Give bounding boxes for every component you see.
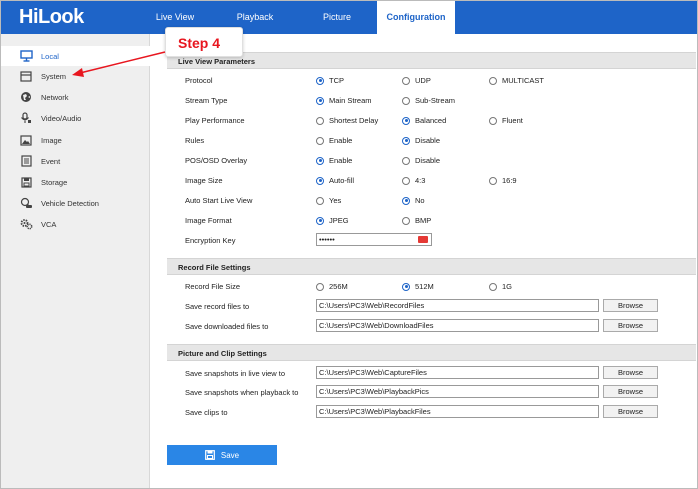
callout-arrow xyxy=(72,51,166,77)
